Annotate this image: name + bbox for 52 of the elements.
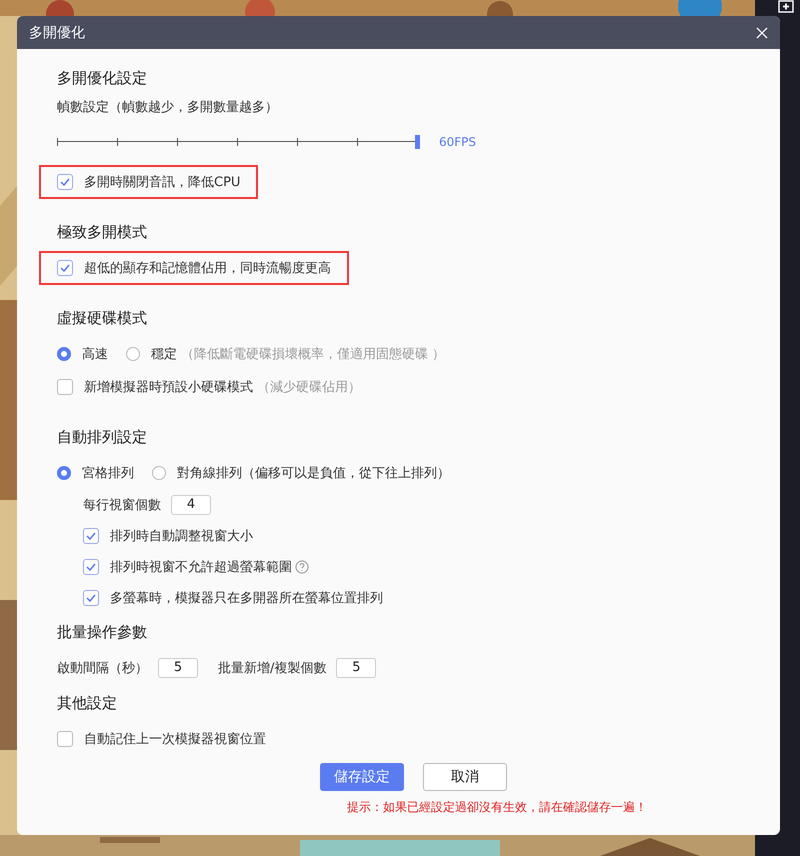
radio-button[interactable] bbox=[126, 346, 140, 360]
checkbox-label: 排列時自動調整視窗大小 bbox=[110, 528, 253, 544]
check-icon bbox=[86, 532, 96, 540]
radio-label: 對角線排列（偏移可以是負值，從下往上排列） bbox=[177, 464, 450, 482]
section-heading: 批量操作參數 bbox=[57, 622, 148, 643]
checkbox[interactable] bbox=[57, 260, 73, 276]
slider-label: 幀數設定（幀數越少，多開數量越多） bbox=[57, 99, 279, 117]
number-field[interactable]: 5 bbox=[158, 658, 198, 678]
field-label: 批量新增/複製個數 bbox=[218, 660, 326, 676]
radio-label: 宮格排列 bbox=[82, 464, 134, 482]
section-heading: 自動排列設定 bbox=[57, 427, 148, 448]
add-window-icon[interactable] bbox=[778, 0, 796, 14]
checkbox[interactable] bbox=[83, 590, 99, 606]
help-icon[interactable] bbox=[295, 560, 309, 574]
checkbox-label: 新增模擬器時預設小硬碟模式 bbox=[84, 378, 253, 396]
check-icon bbox=[60, 178, 70, 186]
radio-label: 穩定 bbox=[151, 346, 177, 362]
save-button[interactable]: 儲存設定 bbox=[320, 763, 404, 791]
checkbox-label: 多開時關閉音訊，降低CPU bbox=[84, 174, 240, 190]
radio-label: 高速 bbox=[82, 346, 108, 362]
check-icon bbox=[86, 562, 96, 570]
checkbox-label: 排列時視窗不允許超過螢幕範圍 bbox=[110, 558, 292, 576]
checkbox[interactable] bbox=[83, 528, 99, 544]
checkbox[interactable] bbox=[57, 730, 73, 746]
section-heading: 極致多開模式 bbox=[57, 222, 148, 243]
check-icon bbox=[60, 264, 70, 272]
field-label: 啟動間隔（秒） bbox=[57, 660, 148, 676]
slider-value: 60FPS bbox=[439, 135, 476, 149]
radio-button[interactable] bbox=[57, 346, 71, 360]
check-icon bbox=[86, 594, 96, 602]
section-heading: 其他設定 bbox=[57, 693, 118, 714]
number-field[interactable]: 4 bbox=[171, 494, 211, 514]
radio-button[interactable] bbox=[152, 466, 166, 480]
cancel-button[interactable]: 取消 bbox=[423, 763, 507, 791]
note-text: （降低斷電硬碟損壞概率，僅適用固態硬碟 ） bbox=[181, 346, 446, 362]
number-field[interactable]: 5 bbox=[336, 658, 376, 678]
checkbox-label: 多螢幕時，模擬器只在多開器所在螢幕位置排列 bbox=[110, 590, 383, 606]
fps-slider[interactable] bbox=[57, 135, 417, 149]
radio-button[interactable] bbox=[57, 466, 71, 480]
dialog-title: 多開優化 bbox=[29, 24, 85, 42]
checkbox[interactable] bbox=[57, 378, 73, 394]
close-icon[interactable] bbox=[756, 26, 768, 38]
note-text: （減少硬碟佔用） bbox=[257, 378, 361, 396]
slider-thumb[interactable] bbox=[415, 135, 420, 149]
section-heading: 虛擬硬碟模式 bbox=[57, 308, 148, 329]
checkbox[interactable] bbox=[83, 558, 99, 574]
hint-text: 提示：如果已經設定過卻沒有生效，請在確認儲存一遍！ bbox=[346, 799, 648, 816]
field-label: 每行視窗個數 bbox=[83, 496, 161, 514]
checkbox-label: 自動記住上一次模擬器視窗位置 bbox=[84, 730, 266, 748]
checkbox[interactable] bbox=[57, 174, 73, 190]
section-heading: 多開優化設定 bbox=[57, 68, 148, 89]
checkbox-label: 超低的顯存和記憶體佔用，同時流暢度更高 bbox=[84, 260, 331, 276]
